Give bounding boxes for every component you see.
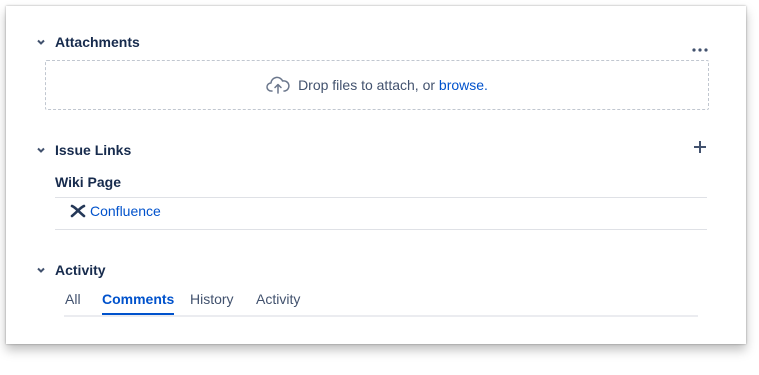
activity-toggle-chevron-icon[interactable] — [35, 264, 47, 276]
cloud-upload-icon — [266, 76, 290, 94]
divider — [55, 229, 707, 230]
attachments-title: Attachments — [55, 34, 140, 50]
tab-all[interactable]: All — [65, 289, 81, 313]
link-group-label: Wiki Page — [55, 174, 122, 190]
confluence-link[interactable]: Confluence — [90, 203, 161, 219]
plus-icon — [693, 140, 707, 159]
tab-history[interactable]: History — [190, 289, 234, 313]
tab-comments[interactable]: Comments — [102, 289, 175, 315]
add-issue-link-button[interactable] — [692, 140, 708, 159]
dropzone-text: Drop files to attach, or — [298, 77, 436, 93]
browse-link[interactable]: browse. — [439, 77, 488, 93]
issue-panel: Attachments Drop files to attach, or bro… — [6, 6, 746, 344]
attachment-dropzone[interactable]: Drop files to attach, or browse. — [45, 60, 709, 110]
issue-links-title: Issue Links — [55, 142, 132, 158]
activity-tabs: All Comments History Activity — [64, 289, 698, 317]
activity-title: Activity — [55, 262, 106, 278]
confluence-icon — [70, 203, 86, 219]
issue-link-item[interactable]: Confluence — [70, 203, 161, 219]
more-horizontal-icon — [692, 39, 708, 57]
attachments-toggle-chevron-icon[interactable] — [35, 36, 47, 48]
tab-activity[interactable]: Activity — [256, 289, 300, 313]
issue-links-toggle-chevron-icon[interactable] — [35, 144, 47, 156]
more-options-button[interactable] — [688, 38, 712, 58]
divider — [55, 197, 707, 198]
